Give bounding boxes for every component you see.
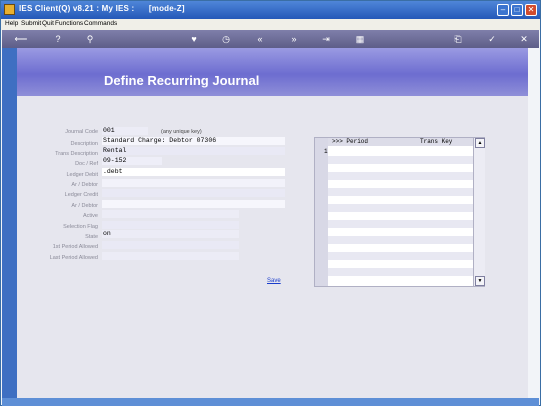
grid-index-column bbox=[315, 138, 328, 286]
menu-functions[interactable]: Functions bbox=[55, 20, 83, 27]
journal-code-hint: (any unique key) bbox=[161, 129, 202, 135]
grid-row[interactable] bbox=[328, 268, 473, 276]
menu-submit[interactable]: Submit bbox=[21, 20, 41, 27]
menu-bar: Help Submit Quit Functions Commands bbox=[1, 19, 540, 30]
clock-icon[interactable]: ◷ bbox=[220, 33, 232, 45]
grid-scrollbar[interactable]: ▲ ▼ bbox=[473, 138, 485, 286]
journal-code-label: Journal Code bbox=[65, 129, 98, 135]
end-icon[interactable]: ⇥ bbox=[320, 33, 332, 45]
last-period-label: Last Period Allowed bbox=[49, 255, 98, 261]
fast-forward-icon[interactable]: » bbox=[288, 33, 300, 45]
ledger-credit-label: Ledger Credit bbox=[64, 192, 98, 198]
trans-description-field[interactable]: Rental bbox=[102, 147, 285, 155]
first-period-field[interactable] bbox=[102, 241, 239, 249]
search-icon[interactable]: ⚲ bbox=[84, 33, 96, 45]
doc-ref-label: Doc / Ref bbox=[75, 161, 98, 167]
ar-debtor-2-field[interactable] bbox=[102, 200, 285, 208]
app-window: IES Client(Q) v8.21 : My IES : [mode-Z] … bbox=[0, 0, 541, 406]
doc-ref-field[interactable]: 09-152 bbox=[102, 157, 162, 165]
info-icon[interactable]: ? bbox=[52, 33, 64, 45]
grid-row[interactable] bbox=[328, 252, 473, 260]
close-window-button[interactable]: ✕ bbox=[525, 4, 537, 16]
window-title: IES Client(Q) v8.21 : My IES : [mode-Z] bbox=[19, 4, 185, 13]
journal-code-field[interactable]: 001 bbox=[102, 127, 148, 135]
selection-flag-label: Selection Flag bbox=[63, 224, 98, 230]
grid-row[interactable] bbox=[328, 188, 473, 196]
first-period-label: 1st Period Allowed bbox=[52, 244, 98, 250]
grid-row[interactable] bbox=[328, 156, 473, 164]
minimize-button[interactable]: – bbox=[497, 4, 509, 16]
scroll-up-icon[interactable]: ▲ bbox=[475, 138, 485, 148]
title-bar: IES Client(Q) v8.21 : My IES : [mode-Z] … bbox=[1, 1, 540, 19]
app-icon bbox=[4, 4, 15, 15]
grid-row[interactable] bbox=[328, 204, 473, 212]
toolbar: ⟵ ? ⚲ ♥ ◷ « » ⇥ ▦ ⎗ ✓ ✕ bbox=[2, 30, 539, 48]
active-field[interactable] bbox=[102, 210, 239, 218]
menu-quit[interactable]: Quit bbox=[42, 20, 54, 27]
maximize-button[interactable]: □ bbox=[511, 4, 523, 16]
save-link[interactable]: Save bbox=[267, 278, 281, 284]
trans-description-label: Trans Description bbox=[55, 151, 98, 157]
state-label: State bbox=[85, 234, 98, 240]
ar-debtor-2-label: Ar / Debtor bbox=[71, 203, 98, 209]
check-icon[interactable]: ✓ bbox=[486, 33, 498, 45]
grid-icon[interactable]: ▦ bbox=[354, 33, 366, 45]
ar-debtor-1-label: Ar / Debtor bbox=[71, 182, 98, 188]
active-label: Active bbox=[83, 213, 98, 219]
ar-debtor-1-field[interactable] bbox=[102, 179, 285, 187]
rewind-icon[interactable]: « bbox=[254, 33, 266, 45]
row-number: 1 bbox=[324, 148, 328, 155]
grid-row[interactable] bbox=[328, 220, 473, 228]
grid-row[interactable] bbox=[328, 236, 473, 244]
menu-help[interactable]: Help bbox=[5, 20, 18, 27]
period-column-header[interactable]: >>> Period bbox=[332, 138, 368, 146]
page-title: Define Recurring Journal bbox=[104, 73, 260, 88]
status-bar bbox=[2, 398, 539, 406]
description-label: Description bbox=[70, 141, 98, 147]
selection-flag-field[interactable] bbox=[102, 221, 239, 229]
back-arrow-icon[interactable]: ⟵ bbox=[10, 33, 32, 45]
heart-icon[interactable]: ♥ bbox=[188, 33, 200, 45]
ledger-debit-field[interactable]: .debt bbox=[102, 168, 285, 176]
trans-key-column-header[interactable]: Trans Key bbox=[420, 138, 452, 146]
page-header: Define Recurring Journal bbox=[17, 48, 528, 96]
ledger-debit-label: Ledger Debit bbox=[66, 172, 99, 178]
menu-commands[interactable]: Commands bbox=[84, 20, 117, 27]
description-field[interactable]: Standard Charge: Debtor 07306 bbox=[102, 137, 285, 145]
close-icon[interactable]: ✕ bbox=[518, 33, 530, 45]
save-disk-icon[interactable]: ⎗ bbox=[452, 33, 464, 45]
state-field[interactable]: on bbox=[102, 230, 239, 238]
period-grid: >>> Period Trans Key 1 ▲ ▼ bbox=[314, 137, 485, 287]
ledger-credit-field[interactable] bbox=[102, 189, 285, 197]
grid-row[interactable] bbox=[328, 172, 473, 180]
scroll-down-icon[interactable]: ▼ bbox=[475, 276, 485, 286]
left-sidebar bbox=[2, 48, 17, 398]
last-period-field[interactable] bbox=[102, 252, 239, 260]
grid-header: >>> Period Trans Key bbox=[328, 138, 473, 146]
